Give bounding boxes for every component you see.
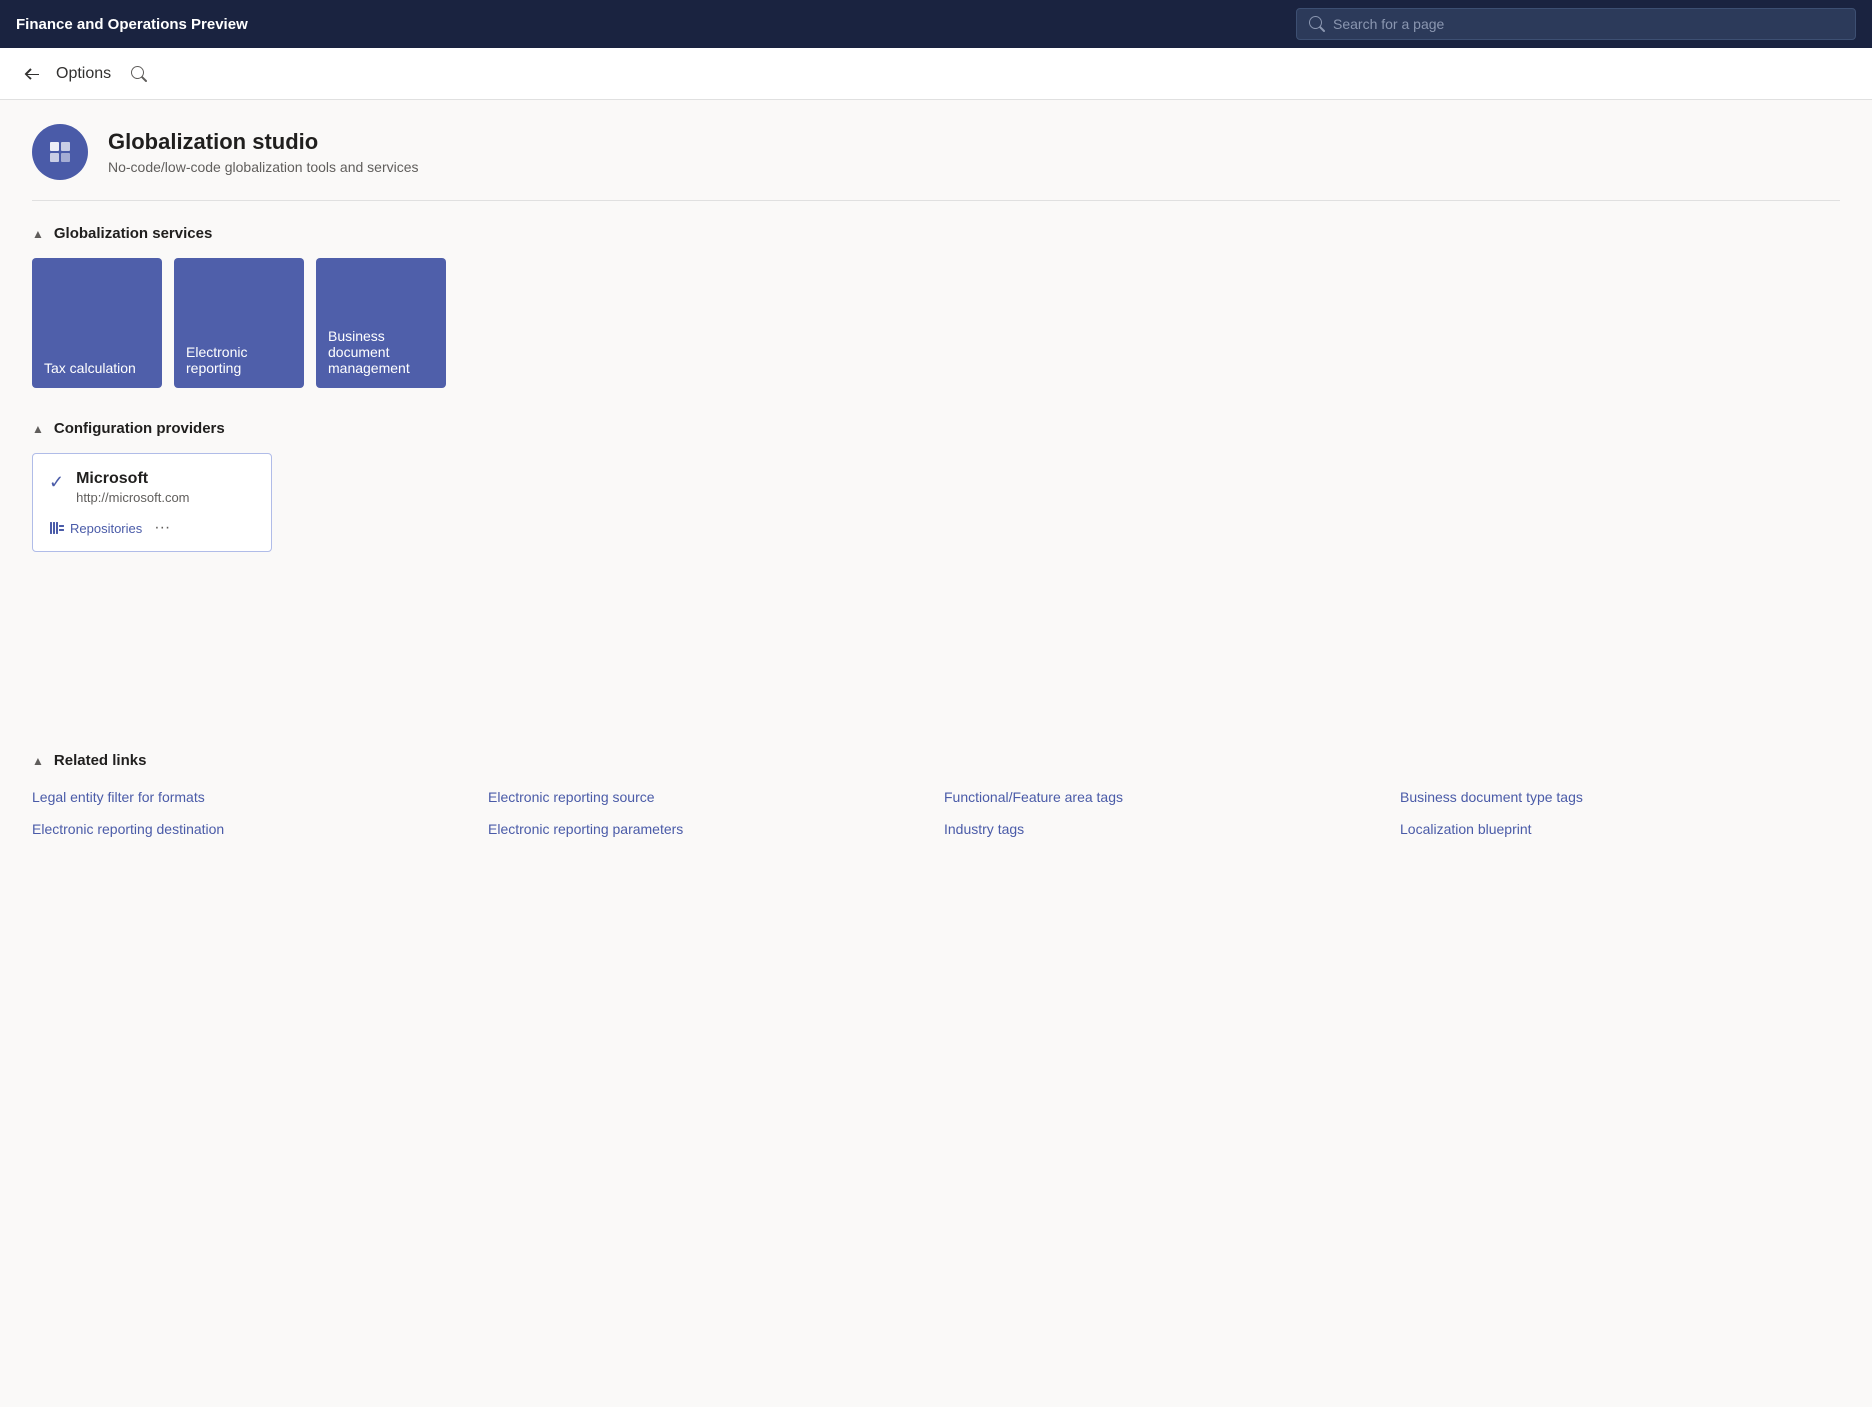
provider-name: Microsoft (76, 470, 189, 488)
page-title-block: Globalization studio No-code/low-code gl… (108, 129, 419, 175)
provider-header: ✓ Microsoft http://microsoft.com (49, 470, 255, 505)
more-options-button[interactable]: ··· (150, 517, 174, 539)
provider-actions: Repositories ··· (49, 517, 255, 539)
main-content: Globalization studio No-code/low-code gl… (0, 100, 1872, 1407)
provider-checkmark-icon: ✓ (49, 472, 64, 493)
provider-info: Microsoft http://microsoft.com (76, 470, 189, 505)
related-links-header[interactable]: ▲ Related links (32, 752, 1840, 769)
related-link-functional-tags[interactable]: Functional/Feature area tags (944, 785, 1384, 809)
repositories-link[interactable]: Repositories (49, 520, 142, 536)
related-links-grid: Legal entity filter for formats Electron… (32, 785, 1840, 841)
global-search-bar[interactable] (1296, 8, 1856, 40)
related-link-er-destination[interactable]: Electronic reporting destination (32, 817, 472, 841)
related-link-legal-entity[interactable]: Legal entity filter for formats (32, 785, 472, 809)
related-links-title: Related links (54, 752, 147, 769)
related-link-er-source[interactable]: Electronic reporting source (488, 785, 928, 809)
back-arrow-icon (24, 66, 40, 82)
globalization-services-header[interactable]: ▲ Globalization services (32, 225, 1840, 242)
service-tiles-row: Tax calculation Electronic reporting Bus… (32, 258, 1840, 388)
configuration-providers-section: ▲ Configuration providers ✓ Microsoft ht… (32, 420, 1840, 552)
page-subtitle: No-code/low-code globalization tools and… (108, 159, 419, 175)
globalization-services-section: ▲ Globalization services Tax calculation… (32, 225, 1840, 388)
search-icon (1309, 16, 1325, 32)
configuration-providers-header[interactable]: ▲ Configuration providers (32, 420, 1840, 437)
business-document-management-tile[interactable]: Business document management (316, 258, 446, 388)
provider-url: http://microsoft.com (76, 490, 189, 505)
page-header: Globalization studio No-code/low-code gl… (32, 124, 1840, 201)
config-chevron-up-icon: ▲ (32, 422, 44, 436)
globe-cube-icon (46, 138, 74, 166)
related-links-section: ▲ Related links Legal entity filter for … (32, 752, 1840, 841)
options-search-icon[interactable] (131, 66, 147, 82)
electronic-reporting-tile[interactable]: Electronic reporting (174, 258, 304, 388)
options-label: Options (56, 65, 111, 83)
chevron-up-icon: ▲ (32, 227, 44, 241)
top-nav: Finance and Operations Preview (0, 0, 1872, 48)
page-icon (32, 124, 88, 180)
repositories-label: Repositories (70, 521, 142, 536)
related-link-localization-blueprint[interactable]: Localization blueprint (1400, 817, 1840, 841)
options-bar: Options (0, 48, 1872, 100)
repositories-icon (49, 520, 65, 536)
configuration-providers-title: Configuration providers (54, 420, 225, 437)
page-title: Globalization studio (108, 129, 419, 155)
globalization-services-title: Globalization services (54, 225, 212, 242)
tax-calculation-tile[interactable]: Tax calculation (32, 258, 162, 388)
app-title: Finance and Operations Preview (16, 16, 248, 33)
back-button[interactable] (20, 62, 44, 86)
related-link-er-parameters[interactable]: Electronic reporting parameters (488, 817, 928, 841)
related-link-bdt-tags[interactable]: Business document type tags (1400, 785, 1840, 809)
provider-card: ✓ Microsoft http://microsoft.com Reposit… (32, 453, 272, 552)
related-chevron-up-icon: ▲ (32, 754, 44, 768)
related-link-industry-tags[interactable]: Industry tags (944, 817, 1384, 841)
search-input[interactable] (1333, 16, 1843, 32)
